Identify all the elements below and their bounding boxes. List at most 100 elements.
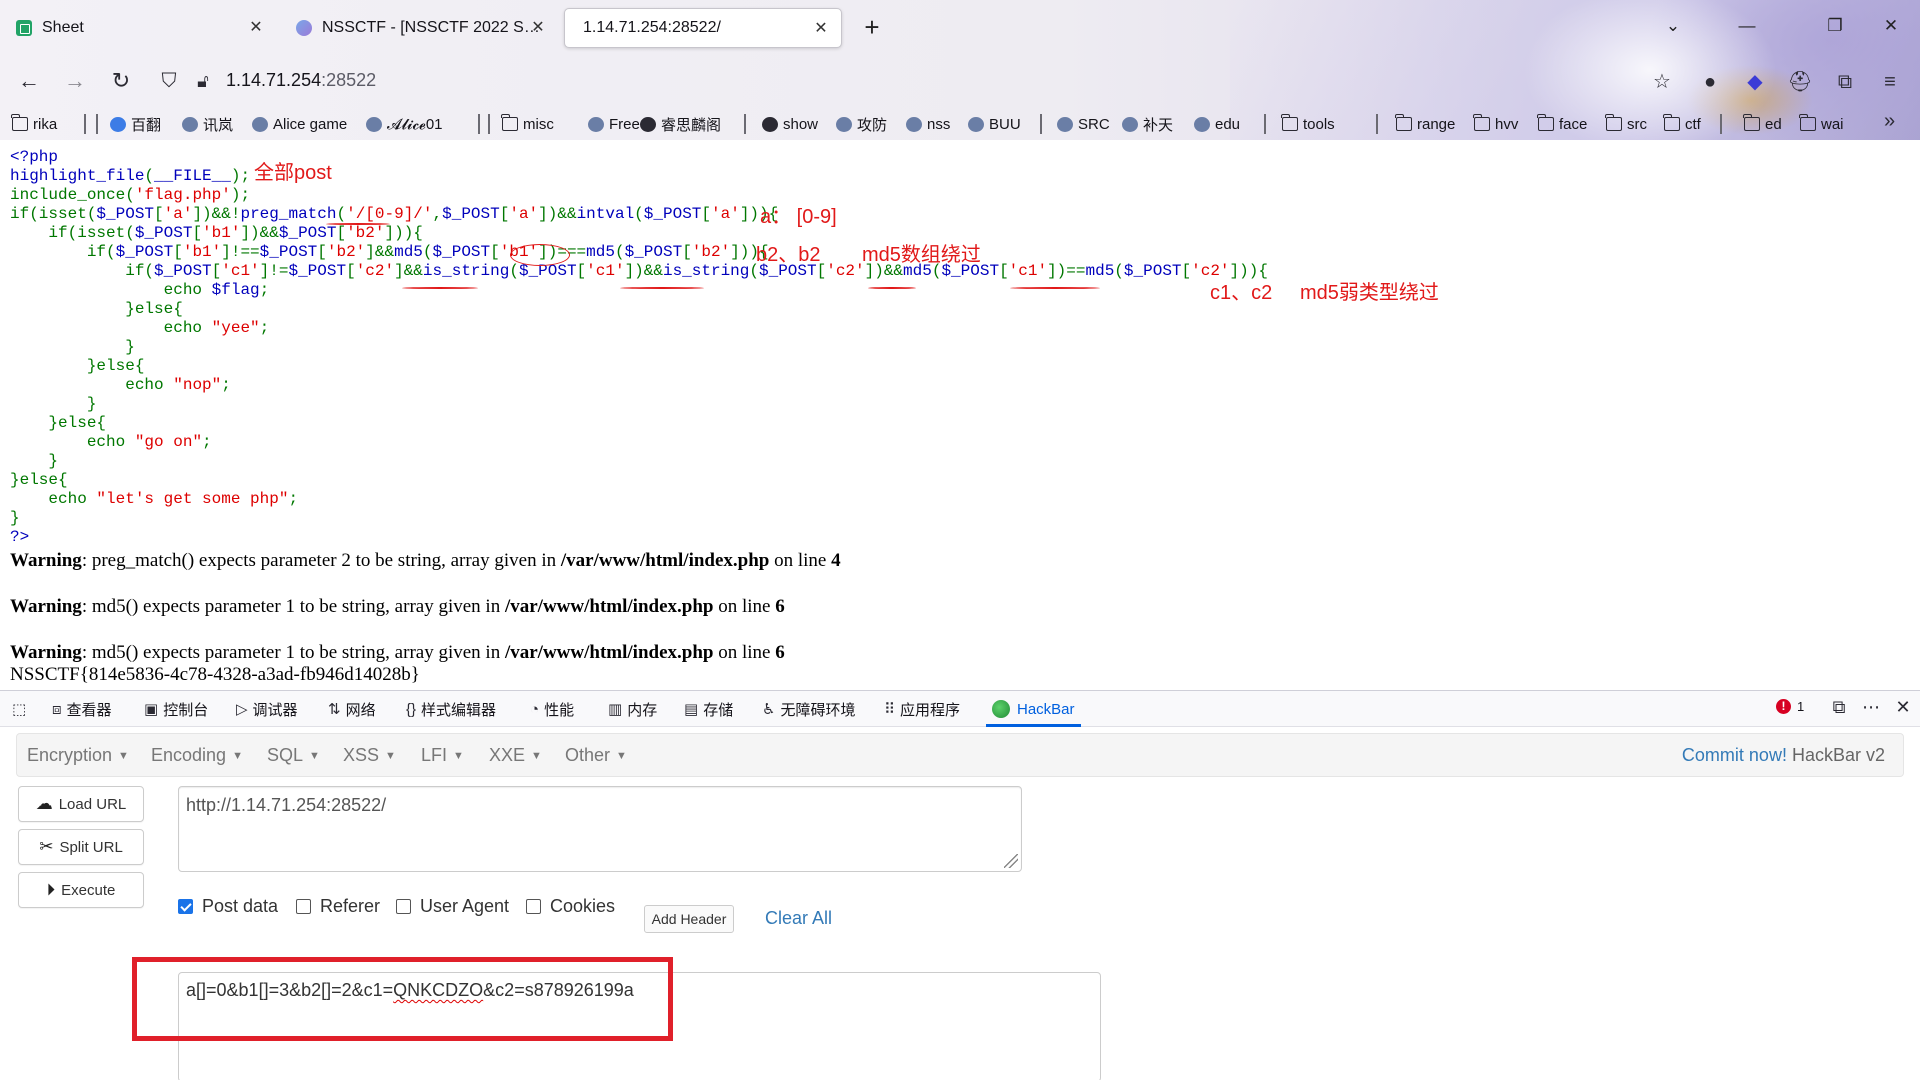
tab-storage[interactable]: ▤ 存储	[684, 691, 733, 727]
menu-lfi[interactable]: LFI ▼	[421, 745, 464, 766]
tab-debugger[interactable]: ▷ 调试器	[236, 691, 298, 727]
bookmark-src[interactable]: SRC	[1057, 112, 1110, 136]
referer-checkbox[interactable]: Referer	[296, 896, 380, 917]
code-token: 'flag.php'	[134, 186, 231, 204]
element-picker-icon[interactable]: ⬚	[12, 691, 31, 727]
bookmark-item[interactable]: 攻防	[836, 112, 887, 136]
post-data-checkbox[interactable]: Post data	[178, 896, 278, 917]
restore-icon[interactable]: ❐	[1820, 12, 1850, 40]
bookmark-range[interactable]: range	[1395, 112, 1455, 136]
menu-sql[interactable]: SQL ▼	[267, 745, 320, 766]
bookmark-free[interactable]: Free	[588, 112, 640, 136]
checkbox-icon[interactable]	[526, 899, 541, 914]
user-agent-checkbox[interactable]: User Agent	[396, 896, 509, 917]
bookmark-label: wai	[1821, 115, 1844, 133]
menu-encryption[interactable]: Encryption ▼	[27, 745, 129, 766]
tab-style-editor[interactable]: {} 样式编辑器	[406, 691, 496, 727]
bookmark-star-icon[interactable]: ☆	[1648, 68, 1676, 96]
close-window-icon[interactable]: ✕	[1876, 12, 1906, 40]
insecure-lock-icon[interactable]: 🔓︎	[186, 64, 220, 98]
browser-chrome: Sheet ✕ NSSCTF - [NSSCTF 2022 Spring ✕ 1…	[0, 0, 1920, 140]
bookmark-alice-game[interactable]: Alice game	[252, 112, 347, 136]
shield-icon[interactable]: ⛉	[152, 64, 186, 98]
extension-diamond-icon[interactable]: ◆	[1741, 68, 1769, 96]
close-icon[interactable]: ✕	[811, 19, 831, 39]
menu-xxe[interactable]: XXE ▼	[489, 745, 542, 766]
minimize-icon[interactable]: —	[1732, 12, 1762, 40]
tab-performance[interactable]: ◔ 性能	[530, 691, 574, 727]
site-icon	[182, 116, 198, 132]
resize-grip-icon[interactable]	[1004, 854, 1018, 868]
bookmark-separator	[478, 114, 480, 134]
bookmark-edu[interactable]: edu	[1194, 112, 1240, 136]
extensions-puzzle-icon[interactable]: ⧉	[1831, 68, 1859, 96]
bookmark-src[interactable]: src	[1605, 112, 1647, 136]
dock-icon[interactable]: ⧉	[1826, 697, 1852, 718]
extension-hat-icon[interactable]: ⛑	[1786, 68, 1814, 96]
close-icon[interactable]: ✕	[246, 18, 266, 38]
tab-accessibility[interactable]: ♿︎ 无障碍环境	[762, 691, 855, 727]
tab-network[interactable]: ⇅ 网络	[328, 691, 376, 727]
checkbox-icon[interactable]	[296, 899, 311, 914]
bookmark-ed[interactable]: ed	[1743, 112, 1782, 136]
bookmark-misc[interactable]: misc	[501, 112, 554, 136]
menu-other[interactable]: Other ▼	[565, 745, 627, 766]
bookmark-show[interactable]: show	[762, 112, 818, 136]
commit-link[interactable]: Commit now! HackBar v2	[1682, 745, 1885, 766]
menu-xss[interactable]: XSS ▼	[343, 745, 396, 766]
bookmark-ctf[interactable]: ctf	[1663, 112, 1701, 136]
bookmark-item[interactable]: 百翻	[110, 112, 161, 136]
list-tabs-icon[interactable]: ⌄	[1658, 12, 1688, 40]
code-token: $_POST	[278, 224, 337, 242]
reload-icon[interactable]: ↻	[104, 64, 138, 98]
bookmark-item[interactable]: 讯岚	[182, 112, 233, 136]
bookmark-rika[interactable]: rika	[11, 112, 57, 136]
bookmark-buu[interactable]: BUU	[968, 112, 1021, 136]
add-header-button[interactable]: Add Header	[644, 905, 734, 933]
tab-active-site[interactable]: 1.14.71.254:28522/ ✕	[564, 8, 842, 48]
execute-button[interactable]: ⏵ Execute	[18, 872, 144, 908]
devtools-toolbar: ⬚ ⧈ 查看器 ▣ 控制台 ▷ 调试器 ⇅ 网络 {} 样式编辑器 ◔ 性能 ▥ 内存 ▤ 存储…	[0, 691, 1920, 727]
chevron-more-icon[interactable]: »	[1884, 110, 1895, 133]
extension-circle-icon[interactable]: ●	[1696, 68, 1724, 96]
network-icon: ⇅	[328, 701, 341, 718]
load-url-button[interactable]: ☁ Load URL	[18, 786, 144, 822]
bookmark-face[interactable]: face	[1537, 112, 1587, 136]
forward-icon[interactable]: →	[58, 64, 92, 98]
address-bar[interactable]: 1.14.71.254:28522	[226, 70, 376, 91]
tab-console[interactable]: ▣ 控制台	[144, 691, 208, 727]
tab-inspector[interactable]: ⧈ 查看器	[52, 691, 112, 727]
tab-application[interactable]: ⠿ 应用程序	[884, 691, 960, 727]
checkbox-checked-icon[interactable]	[178, 899, 193, 914]
bookmark-item[interactable]: 补天	[1122, 112, 1173, 136]
bookmark-item[interactable]: 睿思麟阁	[640, 112, 721, 136]
code-token: 'c2'	[826, 262, 865, 280]
bookmark-tools[interactable]: tools	[1281, 112, 1335, 136]
url-input[interactable]: http://1.14.71.254:28522/	[178, 786, 1022, 872]
checkbox-icon[interactable]	[396, 899, 411, 914]
tab-sheet[interactable]: Sheet ✕	[6, 8, 276, 48]
code-token: [	[499, 205, 510, 223]
tab-memory[interactable]: ▥ 内存	[608, 691, 657, 727]
menu-icon[interactable]: ≡	[1876, 68, 1904, 96]
error-count-badge[interactable]: ! 1	[1776, 699, 1804, 714]
bookmark-nss[interactable]: nss	[906, 112, 950, 136]
code-token: ])){	[384, 224, 423, 242]
code-token: (	[422, 243, 433, 261]
back-icon[interactable]: ←	[12, 64, 46, 98]
cookies-checkbox[interactable]: Cookies	[526, 896, 615, 917]
tab-hackbar[interactable]: HackBar	[986, 691, 1081, 727]
php-warning: Warning: md5() expects parameter 1 to be…	[10, 642, 785, 663]
bookmark-wai[interactable]: wai	[1799, 112, 1844, 136]
new-tab-button[interactable]: +	[856, 12, 888, 44]
bookmark-hvv[interactable]: hvv	[1473, 112, 1518, 136]
tab-nssctf[interactable]: NSSCTF - [NSSCTF 2022 Spring ✕	[286, 8, 558, 48]
clear-all-link[interactable]: Clear All	[765, 908, 832, 929]
bookmark-01[interactable]: 𝓐𝓵𝓲𝓬𝓮01	[366, 112, 443, 136]
bookmark-label: 讯岚	[203, 116, 234, 134]
close-devtools-icon[interactable]: ✕	[1890, 697, 1916, 718]
menu-encoding[interactable]: Encoding ▼	[151, 745, 243, 766]
split-url-button[interactable]: ✂ Split URL	[18, 829, 144, 865]
close-icon[interactable]: ✕	[528, 18, 548, 38]
more-options-icon[interactable]: ⋯	[1858, 697, 1884, 718]
